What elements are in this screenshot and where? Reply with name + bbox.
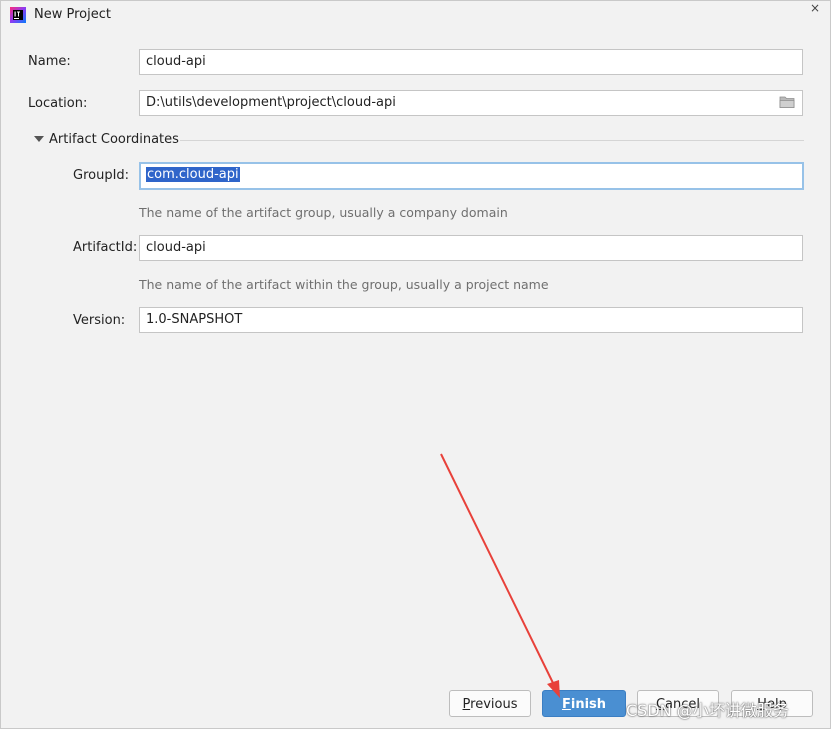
- dialog-title: New Project: [34, 7, 111, 22]
- artifactid-hint: The name of the artifact within the grou…: [139, 277, 549, 292]
- finish-button[interactable]: Finish: [542, 690, 626, 717]
- groupid-label: GroupId:: [73, 168, 130, 183]
- version-label: Version:: [73, 313, 126, 328]
- groupid-hint: The name of the artifact group, usually …: [139, 205, 508, 220]
- intellij-logo-icon: [10, 7, 26, 23]
- new-project-dialog: New Project × Name: cloud-api Location: …: [0, 0, 831, 729]
- chevron-down-icon[interactable]: [34, 136, 44, 142]
- previous-mnemonic: P: [462, 697, 471, 712]
- folder-icon[interactable]: [779, 95, 795, 109]
- version-field[interactable]: 1.0-SNAPSHOT: [139, 307, 803, 333]
- watermark: CSDN @小坏讲微服务: [626, 701, 789, 720]
- finish-mnemonic: F: [561, 697, 571, 712]
- section-divider: [180, 140, 804, 141]
- location-field[interactable]: D:\utils\development\project\cloud-api: [139, 90, 803, 116]
- artifactid-value: cloud-api: [146, 240, 206, 255]
- version-value: 1.0-SNAPSHOT: [146, 312, 243, 327]
- finish-label-rest: inish: [570, 697, 607, 712]
- previous-label-rest: revious: [470, 697, 518, 712]
- previous-button[interactable]: Previous: [449, 690, 531, 717]
- artifactid-label: ArtifactId:: [73, 240, 138, 255]
- groupid-value: com.cloud-api: [146, 167, 240, 182]
- groupid-field[interactable]: com.cloud-api: [139, 162, 804, 190]
- location-label: Location:: [28, 96, 88, 111]
- close-button[interactable]: ×: [810, 1, 820, 15]
- name-field[interactable]: cloud-api: [139, 49, 803, 75]
- title-bar: New Project ×: [1, 1, 830, 31]
- name-value: cloud-api: [146, 54, 206, 69]
- artifactid-field[interactable]: cloud-api: [139, 235, 803, 261]
- section-title-artifact-coordinates[interactable]: Artifact Coordinates: [49, 132, 179, 147]
- name-label: Name:: [28, 54, 71, 69]
- location-value: D:\utils\development\project\cloud-api: [146, 95, 396, 110]
